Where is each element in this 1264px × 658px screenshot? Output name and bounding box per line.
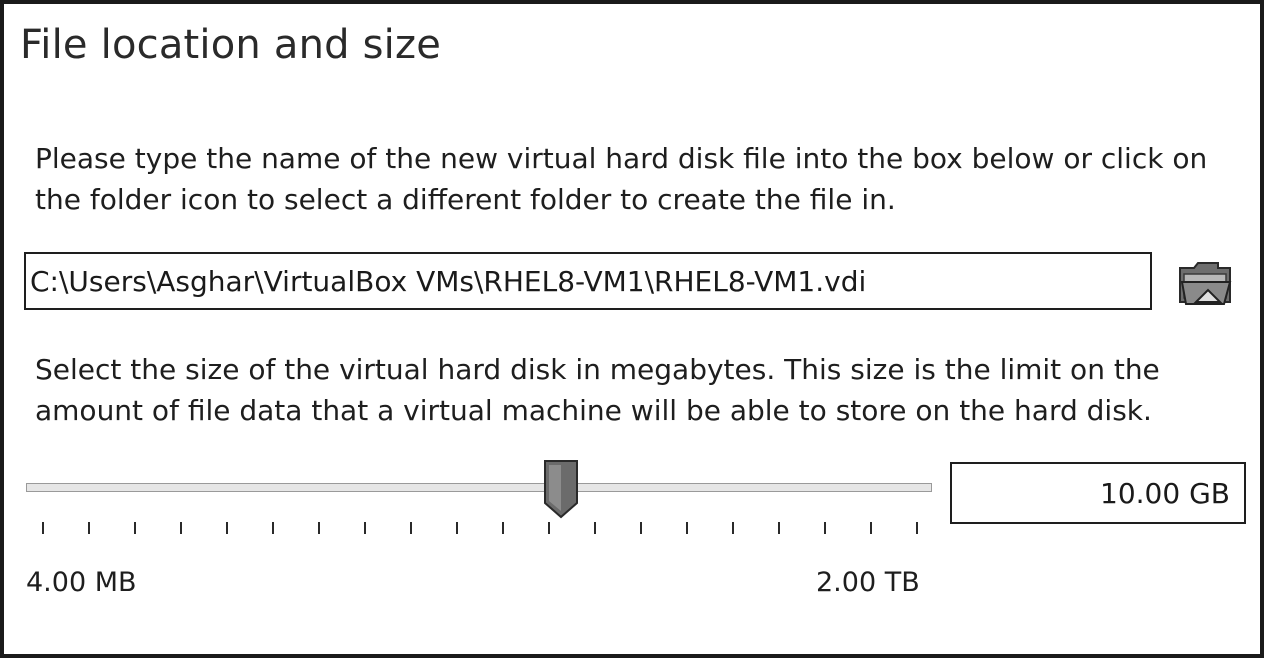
slider-tick xyxy=(410,522,412,534)
slider-tick xyxy=(686,522,688,534)
slider-tick xyxy=(272,522,274,534)
size-instructions: Select the size of the virtual hard disk… xyxy=(35,353,1160,427)
slider-min-label: 4.00 MB xyxy=(26,567,137,598)
file-location-and-size-panel: File location and size Please type the n… xyxy=(0,0,1264,658)
slider-tick xyxy=(364,522,366,534)
slider-tick xyxy=(42,522,44,534)
file-path-input[interactable] xyxy=(24,252,1152,310)
slider-tick xyxy=(226,522,228,534)
slider-ticks xyxy=(24,516,934,546)
slider-thumb[interactable] xyxy=(543,459,579,521)
slider-tick xyxy=(916,522,918,534)
slider-tick xyxy=(548,522,550,534)
slider-tick xyxy=(134,522,136,534)
folder-icon xyxy=(1179,262,1232,305)
slider-tick xyxy=(824,522,826,534)
slider-tick xyxy=(456,522,458,534)
slider-track[interactable] xyxy=(26,483,932,492)
slider-tick xyxy=(732,522,734,534)
slider-tick xyxy=(640,522,642,534)
slider-tick xyxy=(180,522,182,534)
slider-tick xyxy=(870,522,872,534)
slider-tick xyxy=(778,522,780,534)
choose-folder-button[interactable] xyxy=(1174,254,1238,312)
slider-tick xyxy=(594,522,596,534)
slider-tick xyxy=(318,522,320,534)
slider-tick xyxy=(502,522,504,534)
section-title: File location and size xyxy=(20,22,442,68)
slider-tick xyxy=(88,522,90,534)
location-instructions: Please type the name of the new virtual … xyxy=(35,142,1208,216)
disk-size-input[interactable] xyxy=(950,462,1246,524)
slider-max-label: 2.00 TB xyxy=(816,567,920,598)
